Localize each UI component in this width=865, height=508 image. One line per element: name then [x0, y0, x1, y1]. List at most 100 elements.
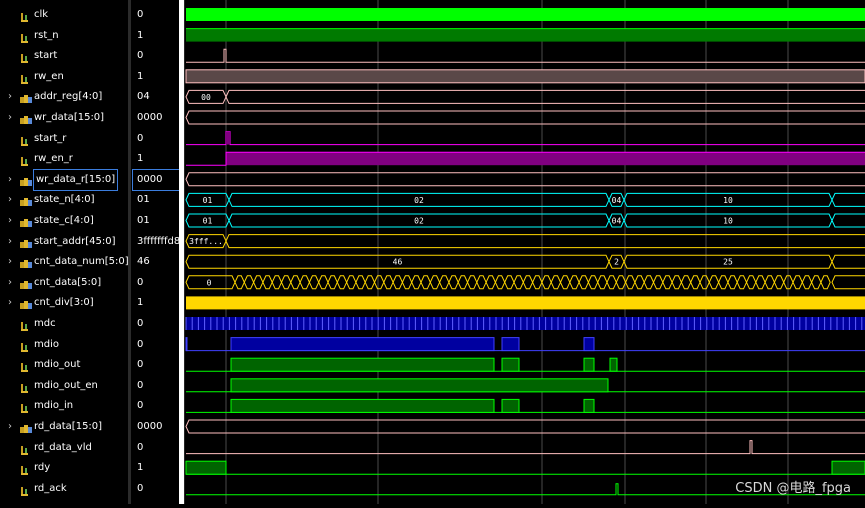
wave-rd-data — [185, 419, 865, 434]
signal-row-rd-data-vld[interactable]: rd_data_vld — [0, 438, 128, 458]
waveform-canvas[interactable]: 00 01 02 04 10 01 02 04 10 3fff... 46 2 25 0 — [183, 0, 865, 504]
expand-chevron-icon[interactable]: › — [8, 190, 16, 210]
wave-value-label: 00 — [201, 93, 211, 102]
expand-chevron-icon[interactable]: › — [8, 232, 16, 252]
expand-chevron-icon[interactable]: › — [8, 170, 16, 190]
expand-chevron-icon[interactable]: › — [8, 108, 16, 128]
waveform-panel[interactable]: 00 01 02 04 10 01 02 04 10 3fff... 46 2 25 0 — [183, 0, 865, 504]
bus-signal-icon — [20, 195, 32, 207]
signal-row-state-n[interactable]: › state_n[4:0] — [0, 190, 128, 210]
single-bit-signal-icon — [20, 463, 30, 476]
wave-cnt-data — [494, 275, 506, 290]
signal-row-mdio[interactable]: mdio — [0, 335, 128, 355]
signal-row-rd-data[interactable]: › rd_data[15:0] — [0, 417, 128, 437]
signal-name: mdio_in — [34, 400, 74, 412]
wave-rdy — [831, 460, 865, 475]
wave-mdc — [186, 317, 865, 330]
wave-cnt-data — [327, 275, 338, 290]
single-bit-signal-icon — [20, 154, 30, 167]
signal-name: mdio_out — [34, 359, 81, 371]
single-bit-signal-icon — [20, 51, 30, 64]
single-bit-signal-icon — [20, 319, 30, 331]
signal-row-rst-n[interactable]: rst_n — [0, 26, 128, 46]
signal-value: 0000 — [132, 168, 179, 191]
wave-rw-en — [185, 69, 865, 84]
signal-value: 0 — [137, 50, 144, 62]
wave-cnt-data — [476, 275, 487, 290]
wave-mdio-in — [230, 398, 495, 413]
signal-row-mdio-out[interactable]: mdio_out — [0, 355, 128, 375]
wave-cnt-data — [522, 275, 534, 290]
signal-row-cnt-data-num[interactable]: › cnt_data_num[5:0] — [0, 252, 129, 272]
wave-wr-data-r — [185, 172, 865, 187]
bus-signal-icon — [20, 216, 32, 227]
signal-row-addr-reg[interactable]: › addr_reg[4:0] — [0, 87, 128, 107]
wave-cnt-data — [234, 275, 245, 290]
wave-rst-n — [186, 28, 865, 42]
wave-value-label: 46 — [393, 258, 403, 267]
expand-chevron-icon[interactable]: › — [8, 417, 16, 437]
wave-cnt-data — [690, 275, 701, 290]
signal-value: 0 — [137, 359, 144, 371]
signal-name: state_c[4:0] — [34, 215, 94, 226]
wave-cnt-data — [467, 275, 478, 290]
expand-chevron-icon[interactable]: › — [8, 293, 16, 313]
wave-cnt-data — [253, 275, 264, 290]
wave-cnt-data — [606, 275, 617, 290]
signal-row-start[interactable]: start — [0, 46, 128, 66]
wave-cnt-data — [801, 275, 813, 290]
signal-name: mdc — [34, 318, 56, 329]
signal-value: 0 — [137, 441, 144, 453]
signal-name: cnt_data_num[5:0] — [34, 256, 129, 268]
signal-name: rst_n — [34, 29, 59, 41]
signal-row-clk[interactable]: clk — [0, 5, 128, 25]
signal-row-wr-data[interactable]: › wr_data[15:0] — [0, 108, 128, 128]
wave-value-label: 25 — [723, 258, 733, 267]
signal-row-start-r[interactable]: start_r — [0, 129, 128, 149]
expand-chevron-icon[interactable]: › — [8, 211, 16, 231]
wave-cnt-data — [764, 275, 775, 290]
bus-signal-icon — [20, 422, 32, 433]
signal-name: start — [34, 50, 58, 62]
signal-row-state-c[interactable]: › state_c[4:0] — [0, 211, 128, 231]
expand-chevron-icon[interactable]: › — [8, 87, 16, 107]
wave-cnt-data — [318, 275, 329, 290]
wave-mdio-out — [583, 357, 595, 372]
wave-start — [186, 48, 865, 63]
signal-row-rd-ack[interactable]: rd_ack — [0, 479, 128, 499]
signal-value: 1 — [137, 70, 144, 82]
signal-value: 0 — [137, 482, 144, 494]
wave-cnt-data — [831, 275, 865, 290]
signal-row-rw-en-r[interactable]: rw_en_r — [0, 149, 128, 169]
watermark: CSDN @电路_fpga — [735, 481, 851, 496]
wave-cnt-data — [392, 275, 403, 290]
signal-name: addr_reg[4:0] — [34, 91, 103, 103]
wave-mdio-out — [230, 357, 495, 372]
signal-row-mdc[interactable]: mdc — [0, 314, 128, 334]
wave-mdio-in — [501, 398, 520, 413]
wave-cnt-data — [727, 275, 738, 290]
wave-cnt-data — [243, 275, 255, 290]
signal-name: rw_en_r — [34, 153, 73, 165]
signal-value: 01 — [137, 194, 150, 206]
wave-wr-data — [185, 110, 865, 125]
signal-value: 0000 — [137, 421, 163, 432]
wave-mdio — [501, 337, 520, 352]
single-bit-signal-icon — [20, 340, 30, 352]
expand-chevron-icon[interactable]: › — [8, 273, 16, 293]
wave-cnt-data — [755, 275, 766, 290]
signal-row-cnt-data[interactable]: › cnt_data[5:0] — [0, 273, 128, 293]
signal-row-wr-data-r[interactable]: › wr_data_r[15:0] — [0, 168, 128, 191]
signal-row-cnt-div[interactable]: › cnt_div[3:0] — [0, 293, 128, 313]
signal-row-rdy[interactable]: rdy — [0, 458, 128, 478]
signal-row-mdio-in[interactable]: mdio_in — [0, 396, 128, 416]
signal-value: 0000 — [137, 112, 163, 123]
signal-row-rw-en[interactable]: rw_en — [0, 67, 128, 87]
signal-row-start-addr[interactable]: › start_addr[45:0] — [0, 232, 128, 252]
signal-row-mdio-out-en[interactable]: mdio_out_en — [0, 376, 128, 396]
wave-cnt-data — [429, 275, 441, 290]
wave-rd-data-vld — [186, 440, 865, 455]
expand-chevron-icon[interactable]: › — [8, 252, 16, 272]
signal-name: wr_data[15:0] — [34, 112, 105, 123]
wave-state-n — [831, 192, 865, 207]
